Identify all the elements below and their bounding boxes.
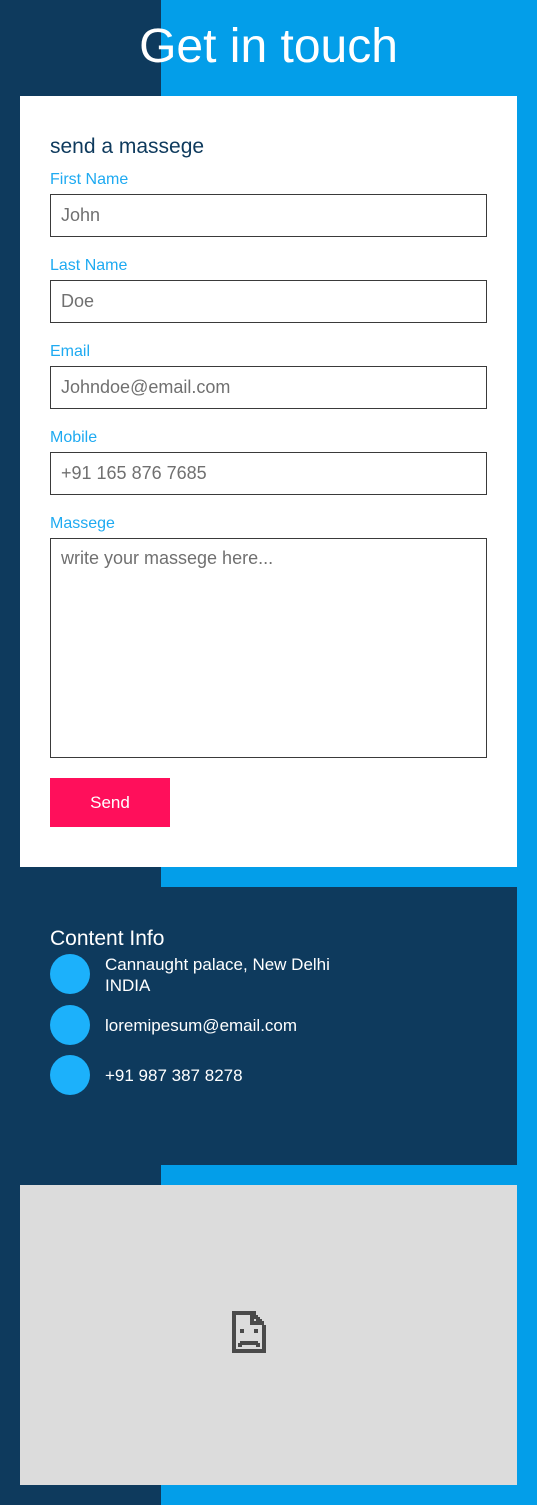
address-item: Cannaught palace, New Delhi INDIA: [50, 954, 490, 995]
form-heading: send a massege: [50, 135, 205, 158]
email-item: loremipesum@email.com: [50, 1005, 490, 1045]
map-embed[interactable]: [20, 1185, 517, 1485]
mobile-input[interactable]: [50, 452, 487, 495]
phone-item: +91 987 387 8278: [50, 1055, 490, 1095]
page-title: Get in touch: [139, 20, 398, 73]
info-email: loremipesum@email.com: [105, 1016, 298, 1035]
last-name-label: Last Name: [50, 257, 128, 274]
first-name-label: First Name: [50, 171, 129, 188]
first-name-input[interactable]: [50, 194, 487, 237]
info-phone: +91 987 387 8278: [105, 1066, 243, 1085]
send-button[interactable]: Send: [50, 778, 170, 827]
email-label: Email: [50, 343, 91, 360]
email-icon: [50, 1005, 90, 1045]
contact-form-card: send a massege First Name Last Name Emai…: [20, 96, 517, 867]
message-label: Massege: [50, 515, 115, 532]
address-icon: [50, 954, 90, 994]
address-line1: Cannaught palace, New Delhi: [105, 955, 330, 974]
address-line2: INDIA: [105, 976, 151, 995]
info-heading: Content Info: [50, 927, 165, 950]
last-name-input[interactable]: [50, 280, 487, 323]
broken-image-icon: [232, 1311, 266, 1353]
message-textarea[interactable]: [50, 538, 487, 758]
mobile-label: Mobile: [50, 429, 98, 446]
email-input[interactable]: [50, 366, 487, 409]
phone-icon: [50, 1055, 90, 1095]
contact-info-card: Content Info Cannaught palace, New Delhi…: [20, 887, 517, 1165]
